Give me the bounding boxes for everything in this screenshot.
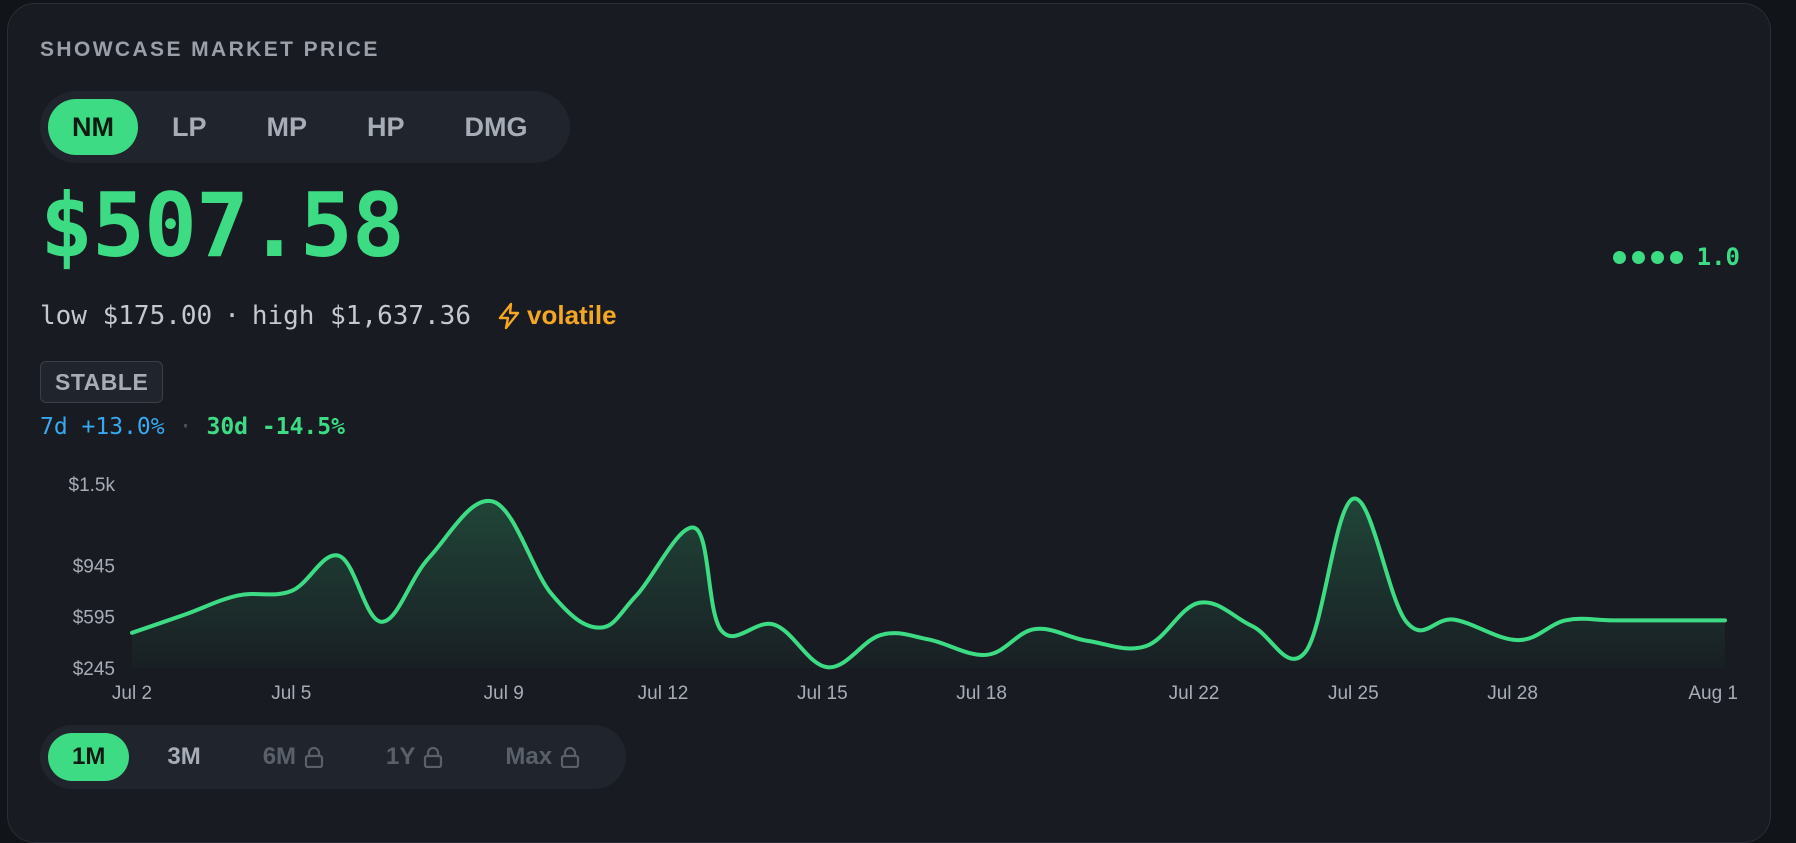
rating-indicator: 1.0 [1612, 243, 1740, 271]
rating-dot [1631, 250, 1645, 264]
rating-dot [1669, 250, 1683, 264]
y-tick-label: $595 [73, 608, 115, 629]
x-tick-label: Jul 5 [271, 683, 311, 704]
condition-mp[interactable]: MP [241, 99, 334, 155]
volatility-label: volatile [497, 300, 617, 331]
card-title: SHOWCASE MARKET PRICE [40, 38, 380, 61]
volatility-text: volatile [527, 300, 617, 330]
price-chart: $1.5k $945 $595 $245 Jul 2 Jul 5 Jul 9 Jul 12 J… [69, 475, 1738, 704]
x-tick-label: Jul 25 [1328, 683, 1379, 704]
condition-dmg[interactable]: DMG [439, 99, 554, 155]
x-tick-label: Jul 28 [1487, 683, 1538, 704]
timeframe-max-label: Max [505, 743, 553, 770]
condition-nm[interactable]: NM [48, 99, 138, 155]
y-tick-label: $1.5k [69, 475, 116, 496]
x-tick-label: Jul 18 [956, 683, 1007, 704]
lock-icon [560, 746, 580, 768]
price-area [132, 498, 1725, 668]
x-tick-label: Jul 15 [797, 683, 848, 704]
range-separator: · [224, 300, 240, 331]
x-tick-label: Jul 2 [112, 683, 152, 704]
lock-icon [304, 746, 324, 768]
low-price: low $175.00 [40, 300, 213, 331]
market-price: $507.58 [40, 174, 405, 277]
change-30d: 30d -14.5% [206, 414, 345, 440]
rating-dot [1612, 250, 1626, 264]
change-separator: · [178, 414, 193, 440]
condition-hp[interactable]: HP [341, 99, 431, 155]
condition-selector: NM LP MP HP DMG [40, 91, 570, 163]
trend-badge: STABLE [40, 361, 164, 403]
rating-dot [1650, 250, 1664, 264]
condition-lp[interactable]: LP [146, 99, 233, 155]
rating-value: 1.0 [1696, 243, 1740, 271]
timeframe-selector: 1M 3M 6M 1Y Max [40, 725, 627, 789]
y-tick-label: $945 [73, 556, 115, 577]
timeframe-1y: 1Y [362, 733, 467, 781]
x-tick-label: Jul 12 [638, 683, 689, 704]
timeframe-3m[interactable]: 3M [143, 733, 224, 781]
lightning-icon [498, 302, 520, 329]
timeframe-6m: 6M [239, 733, 348, 781]
timeframe-max: Max [481, 733, 604, 781]
y-tick-label: $245 [73, 659, 115, 680]
price-range: low $175.00 · high $1,637.36 volatile [40, 300, 617, 331]
x-tick-label: Jul 9 [484, 683, 524, 704]
x-tick-label: Aug 1 [1688, 683, 1738, 704]
timeframe-6m-label: 6M [262, 743, 297, 770]
price-changes: 7d +13.0% · 30d -14.5% [40, 414, 345, 440]
high-price: high $1,637.36 [251, 300, 471, 331]
timeframe-1m[interactable]: 1M [48, 733, 130, 781]
change-7d: 7d +13.0% [40, 414, 165, 440]
lock-icon [424, 746, 443, 768]
timeframe-1y-label: 1Y [386, 743, 416, 770]
x-tick-label: Jul 22 [1169, 683, 1220, 704]
